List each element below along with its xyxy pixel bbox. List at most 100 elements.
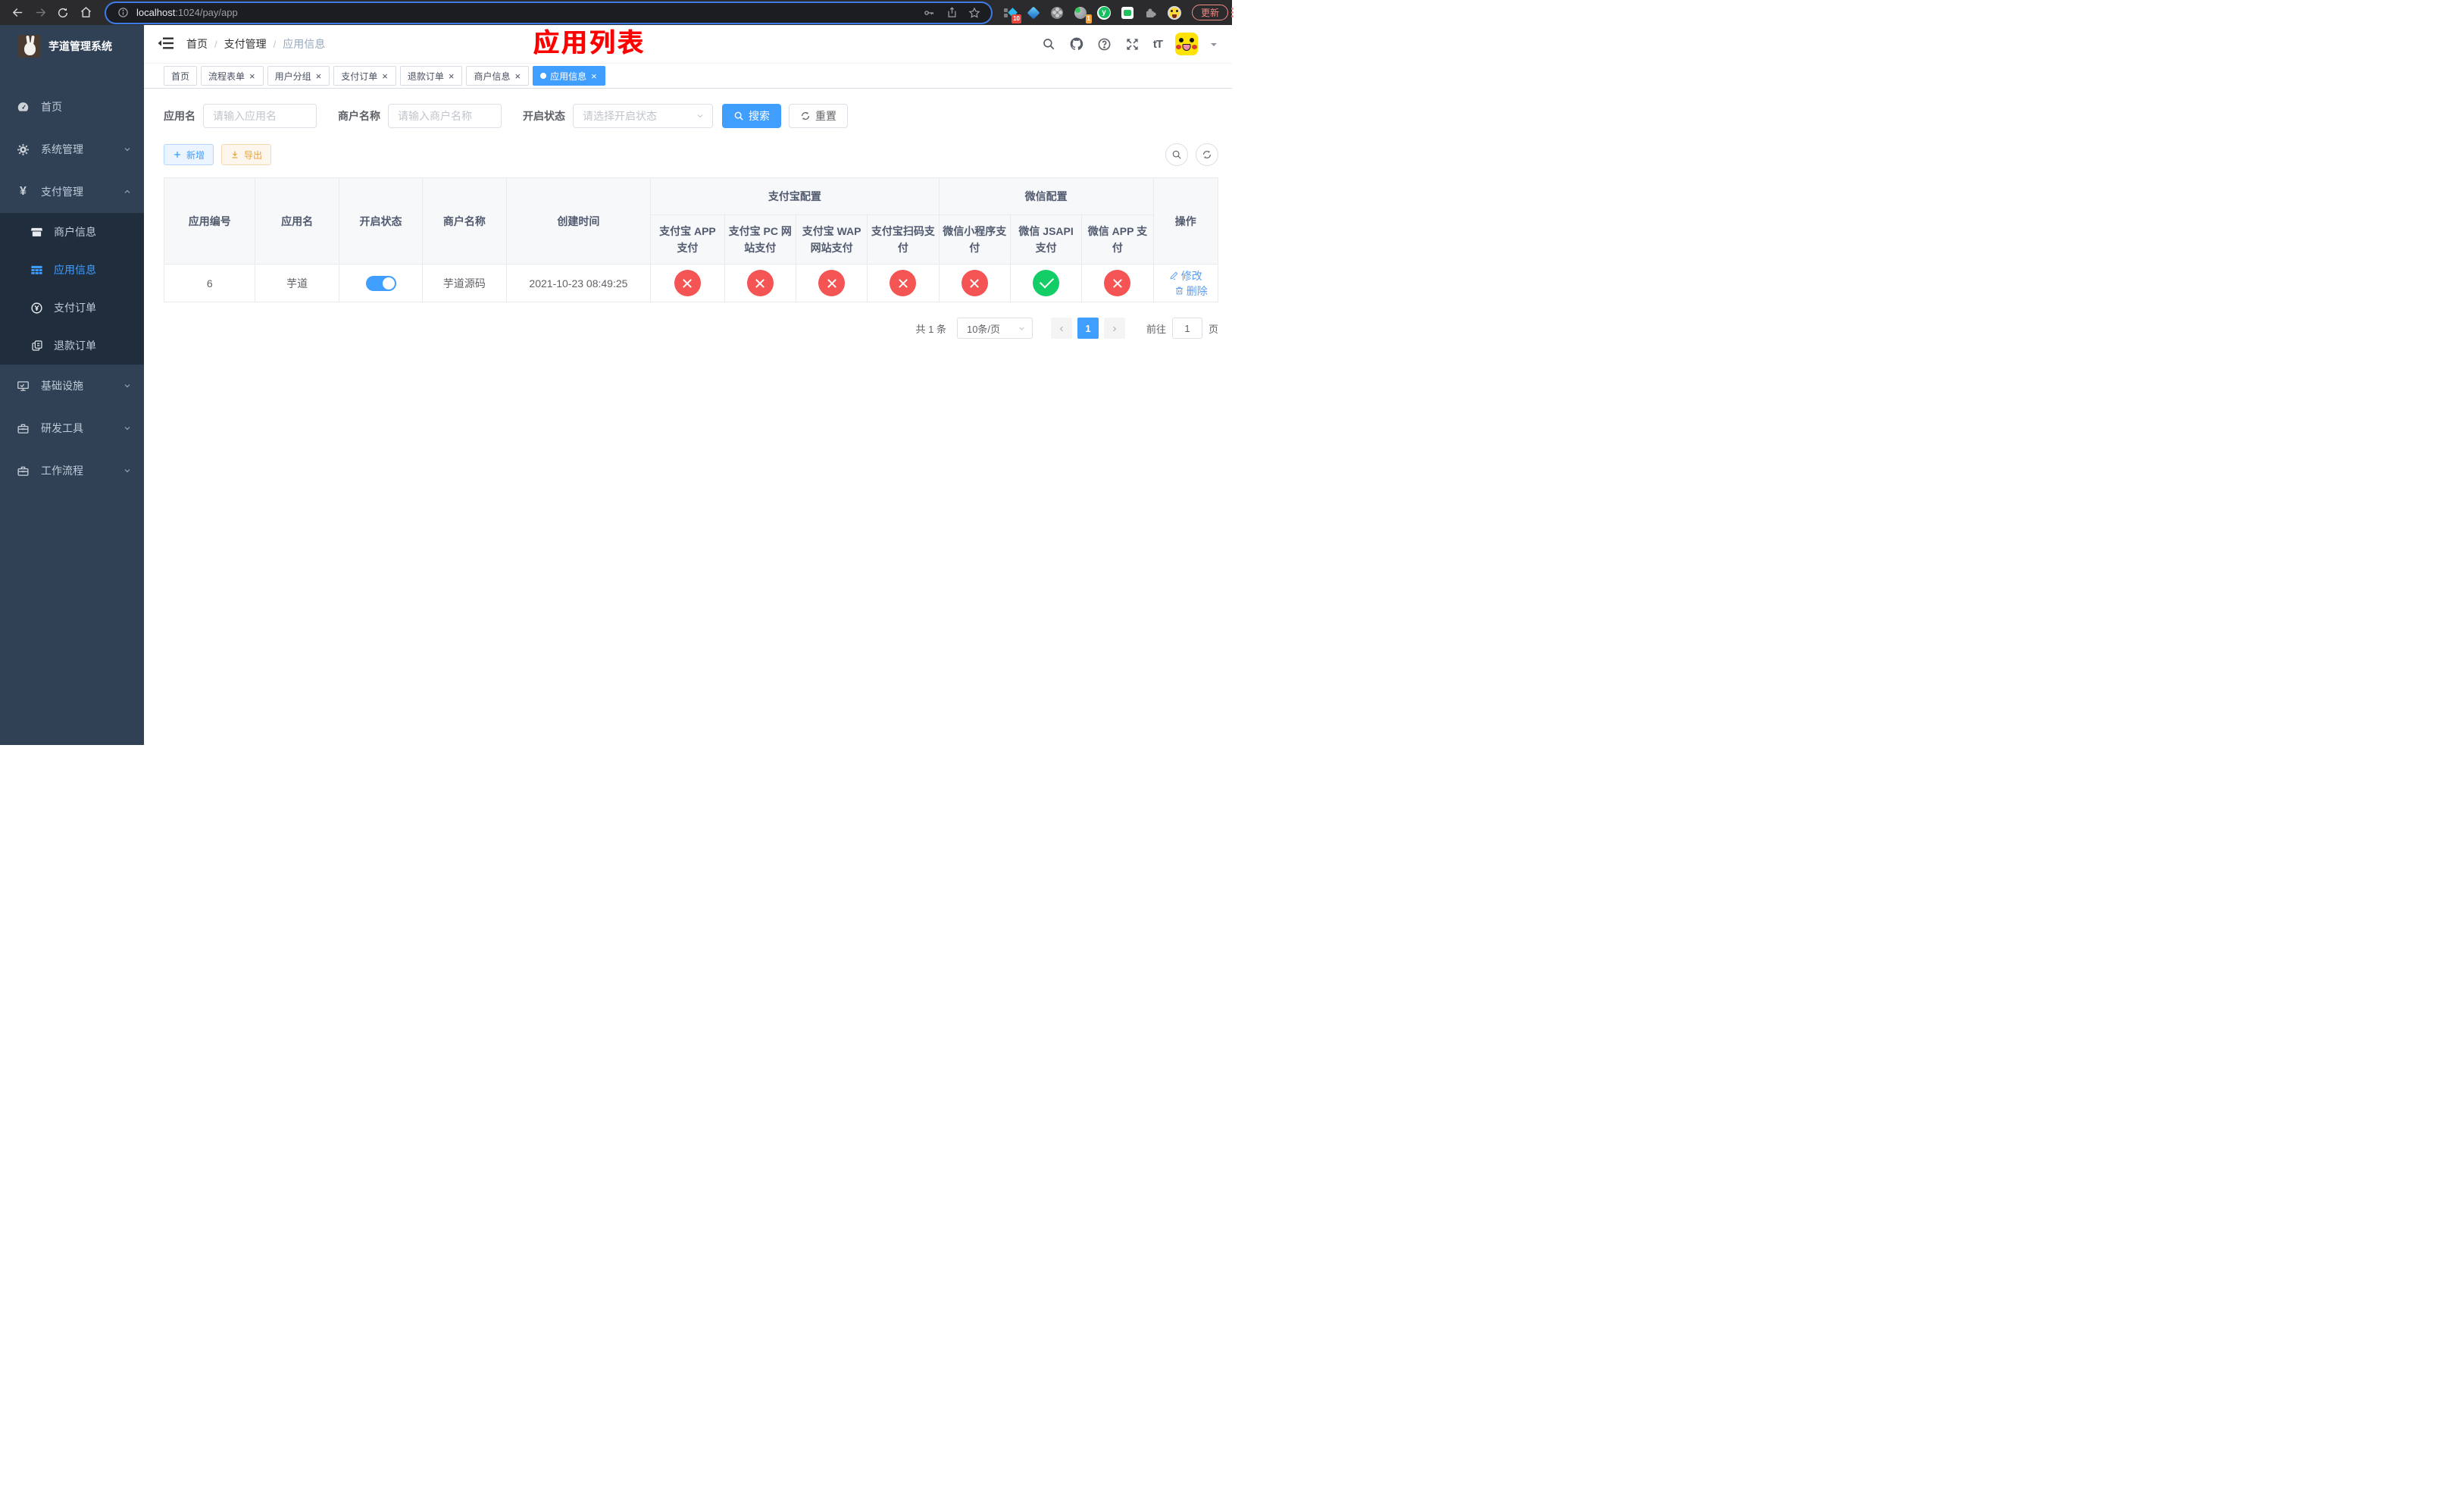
- site-info-icon[interactable]: [115, 5, 130, 20]
- extension-tampermonkey-icon[interactable]: 10: [1003, 6, 1021, 23]
- chevron-down-icon: [123, 424, 132, 433]
- home-icon: [80, 7, 91, 17]
- sidebar: 芋道管理系统 首页 系统管理 ¥ 支付管理 商户信息 应用信息 支付订单 退款订…: [0, 25, 144, 745]
- help-icon[interactable]: [1097, 36, 1112, 52]
- browser-home-button[interactable]: [74, 2, 97, 23]
- bookmark-star-icon[interactable]: [967, 5, 982, 20]
- export-button[interactable]: 导出: [221, 144, 272, 165]
- refresh-table-button[interactable]: [1196, 143, 1218, 166]
- extension-gem-icon[interactable]: [1027, 6, 1040, 20]
- extensions-bar: 10 1 y: [1003, 5, 1181, 23]
- browser-menu-kebab-icon[interactable]: [1231, 5, 1234, 21]
- close-icon[interactable]: ×: [590, 71, 598, 81]
- col-header-wx-app: 微信 APP 支付: [1081, 214, 1154, 265]
- extension-y-icon[interactable]: y: [1097, 5, 1111, 20]
- col-header-wx-jsapi: 微信 JSAPI 支付: [1009, 214, 1083, 265]
- page-size-select[interactable]: 10条/页: [956, 318, 1033, 339]
- sidebar-item-app-info[interactable]: 应用信息: [0, 251, 144, 289]
- url-text[interactable]: localhost:1024/pay/app: [136, 7, 238, 18]
- sidebar-item-workflow[interactable]: 工作流程: [0, 449, 144, 492]
- toggle-search-button[interactable]: [1165, 143, 1188, 166]
- pagination-total: 共 1 条: [915, 323, 946, 335]
- tab-user-group[interactable]: 用户分组 ×: [267, 66, 330, 86]
- fullscreen-icon[interactable]: [1125, 36, 1140, 52]
- breadcrumb: 首页 / 支付管理 / 应用信息: [186, 36, 325, 52]
- breadcrumb-current: 应用信息: [283, 38, 326, 50]
- sidebar-collapse-icon[interactable]: [158, 36, 174, 52]
- browser-reload-button[interactable]: [52, 2, 74, 23]
- chevron-down-icon: [1019, 327, 1024, 330]
- sidebar-item-merchant-info[interactable]: 商户信息: [0, 213, 144, 251]
- next-page-button[interactable]: ›: [1103, 318, 1125, 339]
- sidebar-item-system[interactable]: 系统管理: [0, 128, 144, 171]
- storefront-icon: [30, 226, 43, 239]
- status-toggle[interactable]: [365, 275, 396, 291]
- sidebar-item-refund-order[interactable]: 退款订单: [0, 327, 144, 365]
- font-size-icon[interactable]: tT: [1153, 38, 1163, 51]
- close-icon[interactable]: ×: [448, 71, 455, 81]
- app-logo: 芋道管理系统: [0, 25, 144, 67]
- page-annotation-title: 应用列表: [533, 29, 646, 58]
- share-icon[interactable]: [944, 5, 959, 20]
- edit-link[interactable]: 修改: [1169, 268, 1202, 283]
- chevron-down-icon: [123, 145, 132, 154]
- browser-forward-button[interactable]: [29, 2, 52, 23]
- close-icon[interactable]: ×: [514, 71, 521, 81]
- breadcrumb-home[interactable]: 首页: [186, 36, 208, 52]
- wx-mini-status-icon: [961, 270, 988, 296]
- toolbox-icon: [17, 422, 30, 435]
- chrome-update-button[interactable]: 更新: [1192, 5, 1229, 20]
- search-icon: [1172, 150, 1181, 159]
- sidebar-item-home[interactable]: 首页: [0, 86, 144, 128]
- close-icon[interactable]: ×: [249, 71, 256, 81]
- forward-arrow-icon: [36, 8, 45, 17]
- add-button[interactable]: 新增: [164, 144, 214, 165]
- tab-home[interactable]: 首页: [164, 66, 198, 86]
- col-group-wechat: 微信配置: [938, 177, 1154, 215]
- profile-emoji-icon[interactable]: [1168, 5, 1181, 20]
- extension-badge: 1: [1085, 14, 1092, 23]
- extension-chat-icon[interactable]: [1121, 6, 1134, 20]
- header-search-icon[interactable]: [1041, 36, 1056, 52]
- close-icon[interactable]: ×: [315, 71, 323, 81]
- delete-link[interactable]: 删除: [1174, 283, 1208, 299]
- cell-merchant: 芋道源码: [422, 264, 507, 302]
- github-icon[interactable]: [1069, 36, 1084, 52]
- sidebar-item-payment[interactable]: ¥ 支付管理: [0, 171, 144, 213]
- merchant-name-input[interactable]: [388, 104, 502, 128]
- avatar-caret-icon[interactable]: [1211, 42, 1217, 49]
- tab-app-info-active[interactable]: 应用信息 ×: [533, 66, 605, 86]
- refresh-icon: [801, 111, 810, 121]
- col-header-merchant: 商户名称: [422, 177, 507, 265]
- cell-app-name: 芋道: [255, 264, 339, 302]
- sidebar-item-pay-order[interactable]: 支付订单: [0, 289, 144, 327]
- sidebar-item-dev-tools[interactable]: 研发工具: [0, 407, 144, 449]
- goto-page-input[interactable]: [1171, 318, 1202, 339]
- tab-refund-order[interactable]: 退款订单 ×: [399, 66, 463, 86]
- prev-page-button[interactable]: ‹: [1050, 318, 1072, 339]
- tab-merchant-info[interactable]: 商户信息 ×: [466, 66, 530, 86]
- app-name-input[interactable]: [203, 104, 317, 128]
- extension-clover-icon[interactable]: [1050, 6, 1064, 20]
- password-key-icon[interactable]: [921, 5, 937, 20]
- close-icon[interactable]: ×: [381, 71, 389, 81]
- breadcrumb-payment[interactable]: 支付管理: [224, 36, 267, 52]
- extensions-puzzle-icon[interactable]: [1144, 6, 1158, 20]
- sidebar-item-label: 基础设施: [41, 380, 83, 392]
- extension-recorder-icon[interactable]: 1: [1074, 6, 1092, 23]
- address-bar[interactable]: localhost:1024/pay/app: [106, 2, 991, 23]
- filter-form: 应用名 商户名称 开启状态 请选择开启状态 搜索: [164, 104, 1218, 128]
- col-header-wx-mini: 微信小程序支付: [938, 214, 1011, 265]
- col-header-created: 创建时间: [505, 177, 652, 265]
- current-page-button[interactable]: 1: [1077, 318, 1099, 339]
- tab-process-form[interactable]: 流程表单 ×: [201, 66, 264, 86]
- tab-pay-order[interactable]: 支付订单 ×: [333, 66, 396, 86]
- search-button[interactable]: 搜索: [722, 104, 781, 128]
- status-select[interactable]: 请选择开启状态: [573, 104, 713, 128]
- merchant-name-label: 商户名称: [338, 110, 380, 122]
- status-label: 开启状态: [523, 110, 565, 122]
- sidebar-item-infrastructure[interactable]: 基础设施: [0, 365, 144, 407]
- reset-button[interactable]: 重置: [789, 104, 848, 128]
- user-avatar[interactable]: [1175, 33, 1198, 55]
- browser-back-button[interactable]: [6, 2, 29, 23]
